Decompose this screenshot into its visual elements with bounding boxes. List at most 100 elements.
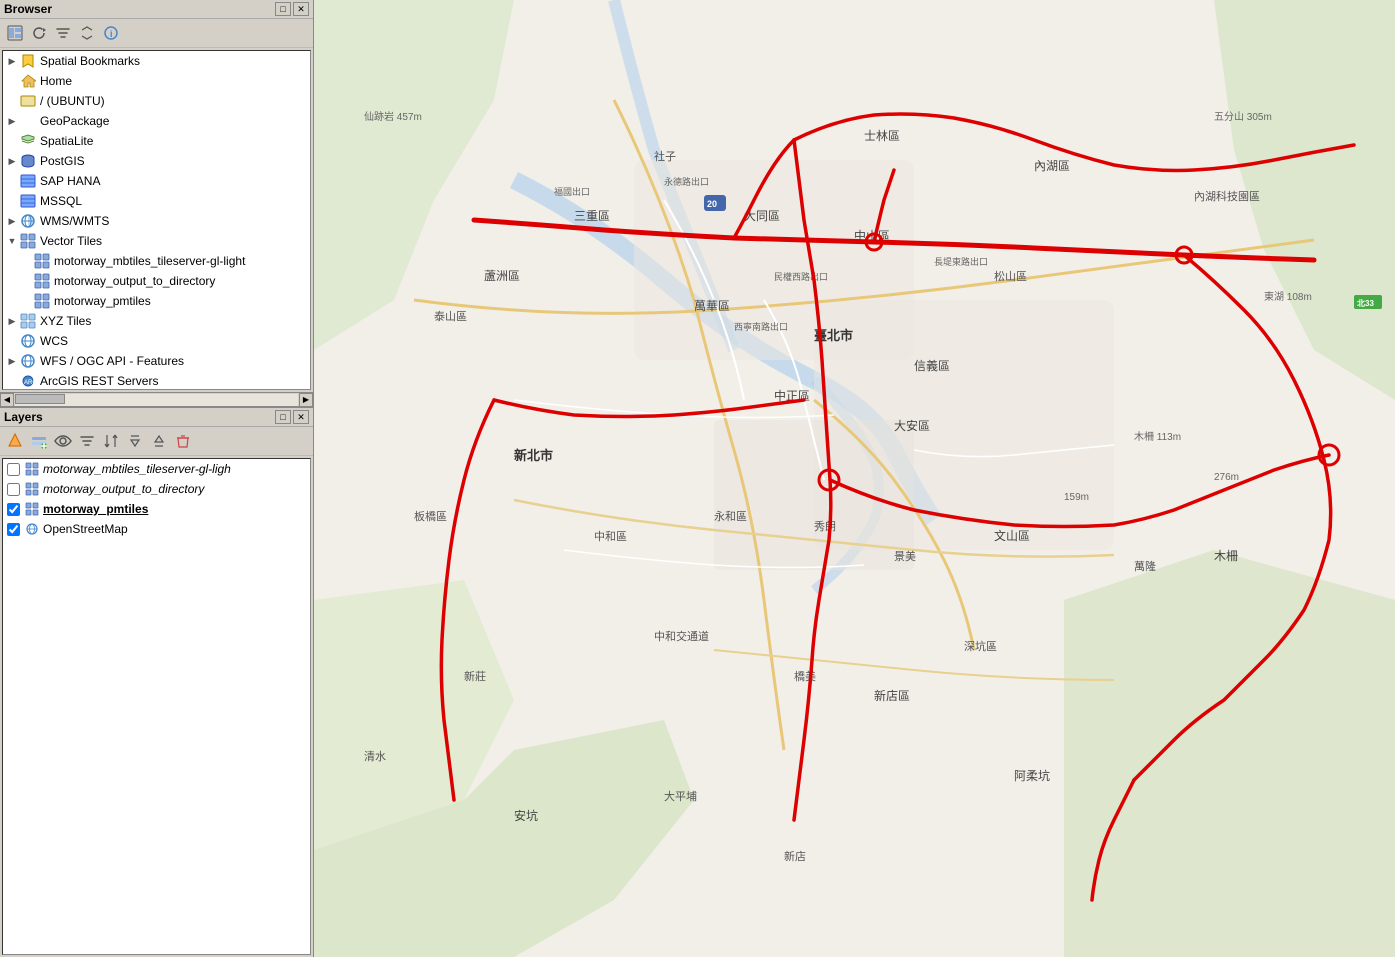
layer-check-pmtiles[interactable] [7,503,20,516]
layer-filter-btn[interactable] [76,430,98,452]
svg-text:信義區: 信義區 [914,358,950,373]
browser-add-btn[interactable] [4,22,26,44]
map-area[interactable]: 蘆洲區 三重區 泰山區 社子 士林區 內湖區 內湖科技園區 大同區 中山區 松山… [314,0,1395,957]
hscroll-thumb[interactable] [15,394,65,404]
tree-item-wcs[interactable]: WCS [3,331,310,351]
layer-label-mbtiles: motorway_mbtiles_tileserver-gl-ligh [43,462,231,476]
hscroll-track [15,394,298,406]
layer-movedown-btn[interactable] [124,430,146,452]
expander-xyz-tiles[interactable]: ▶ [5,316,19,327]
layer-label-osm: OpenStreetMap [43,522,128,536]
icon-wfs-ogc [19,352,37,370]
expander-postgis[interactable]: ▶ [5,156,19,167]
tree-item-vt-mbtiles[interactable]: motorway_mbtiles_tileserver-gl-light [3,251,310,271]
icon-vt-mbtiles [33,252,51,270]
layer-item-pmtiles[interactable]: motorway_pmtiles [3,499,310,519]
icon-mssql [19,192,37,210]
layer-check-output[interactable] [7,483,20,496]
hscroll-right-btn[interactable]: ▶ [299,393,313,407]
browser-info-btn[interactable]: i [100,22,122,44]
tree-item-vector-tiles[interactable]: ▼ Vector Tiles [3,231,310,251]
expander-wms-wmts[interactable]: ▶ [5,216,19,227]
browser-header: Browser □ ✕ [0,0,313,19]
label-wms-wmts: WMS/WMTS [40,214,109,228]
tree-item-vt-output[interactable]: motorway_output_to_directory [3,271,310,291]
expander-wfs-ogc[interactable]: ▶ [5,356,19,367]
label-ubuntu: / (UBUNTU) [40,94,105,108]
tree-item-postgis[interactable]: ▶ PostGIS [3,151,310,171]
tree-item-geopackage[interactable]: ▶ GP GeoPackage [3,111,310,131]
tree-item-sap-hana[interactable]: SAP HANA [3,171,310,191]
browser-close-btn[interactable]: ✕ [293,2,309,16]
svg-text:板橋區: 板橋區 [414,509,447,523]
svg-text:木柵: 木柵 [1214,549,1238,563]
icon-geopackage: GP [19,112,37,130]
layer-icon-osm [24,521,40,537]
layer-moveup-btn[interactable] [148,430,170,452]
layer-icon-output [24,481,40,497]
layers-toolbar [0,427,313,456]
layer-visibility-btn[interactable] [52,430,74,452]
layers-panel: Layers □ ✕ [0,408,313,957]
svg-text:大平埔: 大平埔 [664,789,697,803]
browser-refresh-btn[interactable] [28,22,50,44]
svg-text:民權西路出口: 民權西路出口 [774,271,828,282]
layer-check-osm[interactable] [7,523,20,536]
browser-minimize-btn[interactable]: □ [275,2,291,16]
layer-icon-pmtiles [24,501,40,517]
svg-text:159m: 159m [1064,492,1089,503]
label-wcs: WCS [40,334,68,348]
tree-item-ubuntu[interactable]: / (UBUNTU) [3,91,310,111]
svg-text:松山區: 松山區 [994,269,1027,283]
layers-minimize-btn[interactable]: □ [275,410,291,424]
expander-vector-tiles[interactable]: ▼ [5,236,19,246]
svg-text:中和區: 中和區 [594,530,627,543]
tree-item-wfs-ogc[interactable]: ▶ WFS / OGC API - Features [3,351,310,371]
hscroll-left-btn[interactable]: ◀ [0,393,14,407]
layer-item-mbtiles[interactable]: motorway_mbtiles_tileserver-gl-ligh [3,459,310,479]
tree-item-xyz-tiles[interactable]: ▶ XYZ Tiles [3,311,310,331]
layer-check-mbtiles[interactable] [7,463,20,476]
icon-postgis [19,152,37,170]
label-vt-output: motorway_output_to_directory [54,274,215,288]
label-vt-pmtiles: motorway_pmtiles [54,294,151,308]
expander-geopackage[interactable]: ▶ [5,116,19,127]
layer-sort-btn[interactable] [100,430,122,452]
svg-text:西寧南路出口: 西寧南路出口 [734,321,788,332]
layer-add-btn[interactable] [28,430,50,452]
tree-item-spatialite[interactable]: SpatiaLite [3,131,310,151]
svg-text:福國出口: 福國出口 [554,186,590,197]
svg-text:木柵 113m: 木柵 113m [1134,430,1181,443]
layer-label-pmtiles: motorway_pmtiles [43,502,148,516]
layer-item-output[interactable]: motorway_output_to_directory [3,479,310,499]
tree-item-home[interactable]: Home [3,71,310,91]
expander-spatial-bookmarks[interactable]: ▶ [5,56,19,67]
layer-item-osm[interactable]: OpenStreetMap [3,519,310,539]
icon-spatialite [19,132,37,150]
icon-spatial-bookmarks [19,52,37,70]
tree-item-spatial-bookmarks[interactable]: ▶ Spatial Bookmarks [3,51,310,71]
layer-remove-btn[interactable] [172,430,194,452]
tree-item-vt-pmtiles[interactable]: motorway_pmtiles [3,291,310,311]
browser-collapse-btn[interactable] [76,22,98,44]
browser-controls: □ ✕ [275,2,309,16]
left-panel: Browser □ ✕ i [0,0,314,957]
tree-item-arcgis[interactable]: ARC ArcGIS REST Servers [3,371,310,390]
browser-hscrollbar: ◀ ▶ [0,392,313,406]
browser-filter-btn[interactable] [52,22,74,44]
svg-text:20: 20 [707,199,717,209]
layers-close-btn[interactable]: ✕ [293,410,309,424]
svg-text:新北市: 新北市 [514,448,553,463]
layer-open-btn[interactable] [4,430,26,452]
label-vector-tiles: Vector Tiles [40,234,102,248]
svg-text:GP: GP [24,119,34,126]
tree-item-wms-wmts[interactable]: ▶ WMS/WMTS [3,211,310,231]
tree-item-mssql[interactable]: MSSQL [3,191,310,211]
svg-text:永德路出口: 永德路出口 [664,176,709,187]
svg-text:ARC: ARC [24,380,36,386]
browser-title: Browser [4,2,52,16]
svg-text:i: i [110,29,113,39]
svg-text:東湖 108m: 東湖 108m [1264,290,1312,303]
svg-text:萬華區: 萬華區 [694,299,730,313]
svg-text:景美: 景美 [894,550,916,563]
